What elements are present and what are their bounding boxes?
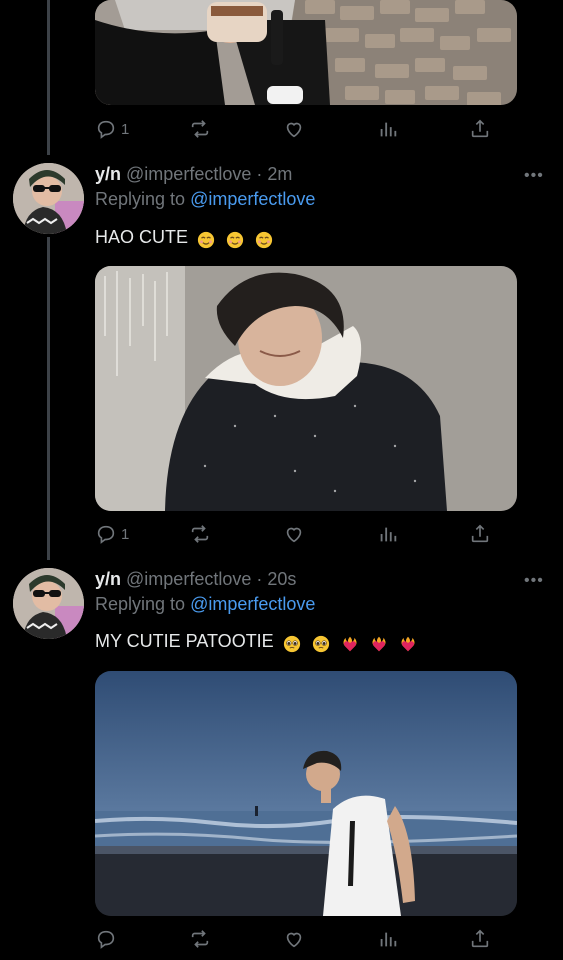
relieved-face-emoji xyxy=(226,231,244,248)
share-icon xyxy=(471,524,489,543)
tweet-actions: 1 xyxy=(95,116,495,142)
mention-link[interactable]: @imperfectlove xyxy=(190,189,315,209)
relieved-face-emoji xyxy=(255,231,273,248)
retweet-action[interactable] xyxy=(189,926,211,952)
replying-prefix: Replying to xyxy=(95,594,186,614)
tweet-image[interactable] xyxy=(95,671,517,916)
reply-count: 1 xyxy=(121,120,130,138)
reply-action[interactable]: 1 xyxy=(95,116,129,142)
analytics-icon xyxy=(380,527,397,542)
emoji-group xyxy=(197,226,279,250)
analytics-action[interactable] xyxy=(377,926,399,952)
reply-count: 1 xyxy=(121,525,130,543)
tweet-header: y/n @imperfectlove · 2m xyxy=(95,163,292,185)
like-action[interactable] xyxy=(283,116,305,142)
heart-icon xyxy=(286,527,302,543)
timestamp[interactable]: · 20s xyxy=(256,569,296,589)
share-icon xyxy=(471,929,489,948)
share-icon xyxy=(471,119,489,138)
handle[interactable]: @imperfectlove xyxy=(126,164,251,184)
pleading-face-emoji xyxy=(312,635,329,652)
heart-icon xyxy=(286,122,302,138)
replying-to: Replying to @imperfectlove xyxy=(95,593,315,615)
emoji-group xyxy=(283,630,423,654)
share-action[interactable] xyxy=(469,926,491,952)
reply-action[interactable] xyxy=(95,926,121,952)
heart-icon xyxy=(286,932,302,948)
avatar[interactable] xyxy=(13,568,84,639)
share-action[interactable] xyxy=(469,521,491,547)
display-name[interactable]: y/n xyxy=(95,569,121,589)
like-action[interactable] xyxy=(283,521,305,547)
handle[interactable]: @imperfectlove xyxy=(126,569,251,589)
replying-prefix: Replying to xyxy=(95,189,186,209)
retweet-icon xyxy=(191,930,209,948)
tweet-header: y/n @imperfectlove · 20s xyxy=(95,568,296,590)
reply-icon xyxy=(97,525,115,544)
reply-icon xyxy=(97,930,115,949)
retweet-action[interactable] xyxy=(189,116,211,142)
tweet-text: HAO CUTE xyxy=(95,225,279,250)
tweet-text-content: HAO CUTE xyxy=(95,227,189,247)
heart-on-fire-emoji xyxy=(401,636,415,651)
reply-icon xyxy=(97,120,115,139)
tweet-image[interactable] xyxy=(95,266,517,511)
tweet-text-content: MY CUTIE PATOOTIE xyxy=(95,631,274,651)
heart-on-fire-emoji xyxy=(343,636,357,651)
more-options-icon[interactable]: ••• xyxy=(524,573,544,589)
thread-line xyxy=(47,237,50,560)
retweet-icon xyxy=(191,525,209,543)
analytics-action[interactable] xyxy=(377,521,399,547)
analytics-action[interactable] xyxy=(377,116,399,142)
retweet-icon xyxy=(191,120,209,138)
analytics-icon xyxy=(380,122,397,137)
more-options-icon[interactable]: ••• xyxy=(524,168,544,184)
tweet-actions xyxy=(95,926,495,952)
avatar[interactable] xyxy=(13,163,84,234)
replying-to: Replying to @imperfectlove xyxy=(95,188,315,210)
relieved-face-emoji xyxy=(197,231,215,248)
timestamp[interactable]: · 2m xyxy=(256,164,292,184)
tweet-actions: 1 xyxy=(95,521,495,547)
tweet-text: MY CUTIE PATOOTIE xyxy=(95,629,423,654)
heart-on-fire-emoji xyxy=(372,636,386,651)
thread-line xyxy=(47,0,50,155)
reply-action[interactable]: 1 xyxy=(95,521,129,547)
retweet-action[interactable] xyxy=(189,521,211,547)
share-action[interactable] xyxy=(469,116,491,142)
analytics-icon xyxy=(380,932,397,947)
mention-link[interactable]: @imperfectlove xyxy=(190,594,315,614)
pleading-face-emoji xyxy=(283,635,300,652)
like-action[interactable] xyxy=(283,926,305,952)
display-name[interactable]: y/n xyxy=(95,164,121,184)
tweet-image[interactable] xyxy=(95,0,517,105)
